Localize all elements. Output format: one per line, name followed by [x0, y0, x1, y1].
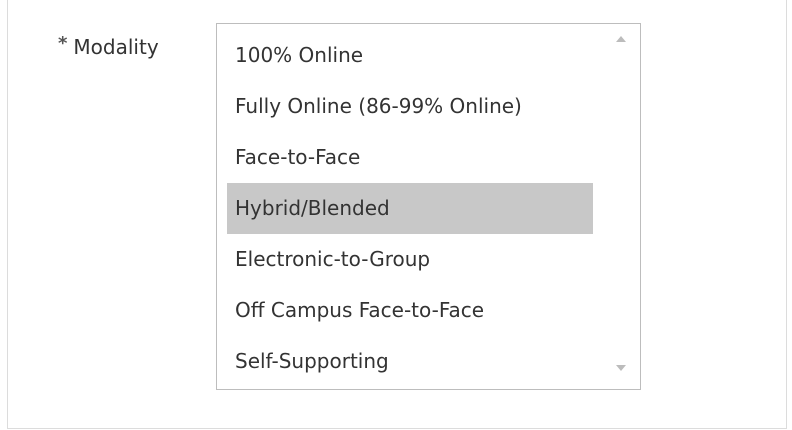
option-100-online[interactable]: 100% Online	[227, 30, 593, 81]
option-off-campus-face-to-face[interactable]: Off Campus Face-to-Face	[227, 285, 593, 336]
option-self-supporting[interactable]: Self-Supporting	[227, 336, 593, 387]
scroll-up-triangle-icon[interactable]	[616, 36, 626, 42]
option-fully-online[interactable]: Fully Online (86-99% Online)	[227, 81, 593, 132]
required-asterisk-icon: *	[58, 33, 68, 54]
option-hybrid-blended[interactable]: Hybrid/Blended	[227, 183, 593, 234]
scroll-down-triangle-icon[interactable]	[616, 365, 626, 371]
modality-options-list: 100% Online Fully Online (86-99% Online)…	[227, 30, 593, 387]
modality-label-text: Modality	[73, 35, 159, 59]
modality-field-label: * Modality	[58, 33, 159, 61]
listbox-scrollbar[interactable]	[600, 24, 640, 389]
modality-listbox[interactable]: 100% Online Fully Online (86-99% Online)…	[216, 23, 641, 390]
option-face-to-face[interactable]: Face-to-Face	[227, 132, 593, 183]
option-electronic-to-group[interactable]: Electronic-to-Group	[227, 234, 593, 285]
